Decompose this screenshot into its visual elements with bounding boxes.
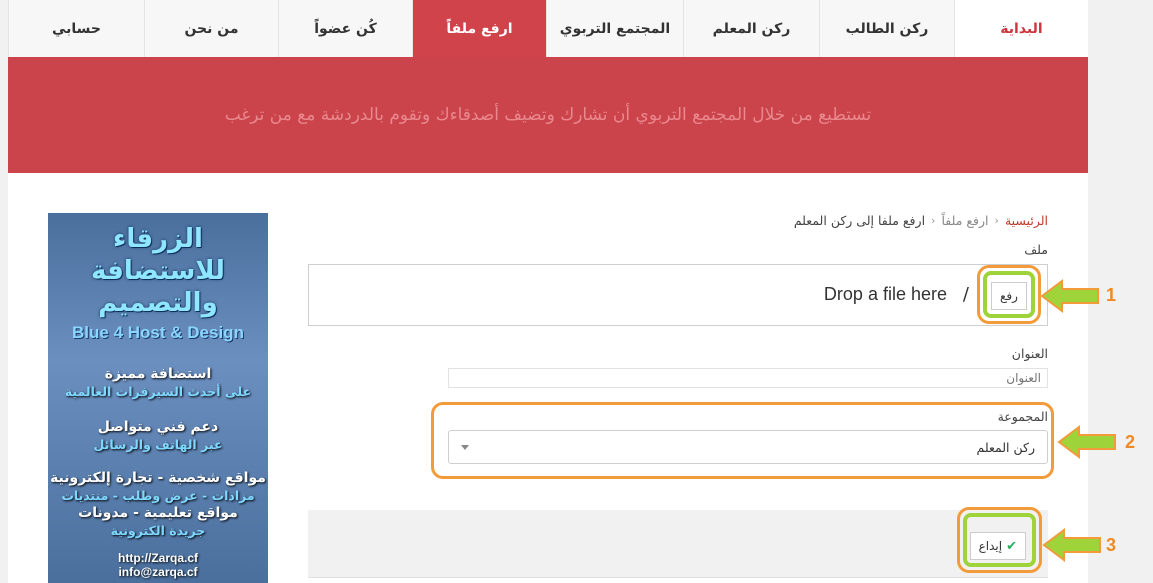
- breadcrumb-separator-icon: ‹: [931, 214, 936, 227]
- nav-item-about[interactable]: من نحن: [144, 0, 278, 57]
- ad-email: info@zarqa.cf: [118, 565, 198, 579]
- nav-item-upload-file[interactable]: ارفع ملفاً: [412, 0, 546, 57]
- hero-text: تستطيع من خلال المجتمع التربوي أن تشارك …: [224, 105, 872, 125]
- ad-banner[interactable]: الزرقاء للاستضافة والتصميم Blue 4 Host &…: [48, 213, 268, 583]
- file-label: ملف: [1024, 242, 1048, 257]
- ad-title: الزرقاء للاستضافة والتصميم: [91, 224, 225, 318]
- arrow-left-icon: [1042, 528, 1101, 562]
- ad-title-en: Blue 4 Host & Design: [72, 323, 244, 342]
- hero-banner: تستطيع من خلال المجتمع التربوي أن تشارك …: [8, 57, 1088, 173]
- page: البداية ركن الطالب ركن المعلم المجتمع ال…: [0, 0, 1153, 583]
- highlight-inner-1: [983, 271, 1035, 318]
- nav-item-join[interactable]: كُن عضواً: [278, 0, 412, 57]
- arrow-left-icon: [1057, 425, 1116, 459]
- breadcrumb-current: ارفع ملفا إلى ركن المعلم: [793, 213, 926, 228]
- step-number-2: 2: [1125, 432, 1136, 452]
- step-number-1: 1: [1106, 285, 1117, 305]
- breadcrumb-separator-icon: ‹: [994, 214, 999, 227]
- highlight-inner-3: [963, 513, 1036, 567]
- ad-line: عبر الهاتف والرسائل: [93, 437, 223, 452]
- ad-line: جريدة الكترونية: [110, 523, 206, 538]
- ad-line: على أحدث السيرفرات العالمية: [64, 384, 252, 399]
- nav-item-my-account[interactable]: حسابي: [8, 0, 144, 57]
- nav-item-teacher-corner[interactable]: ركن المعلم: [683, 0, 819, 57]
- content-shell: البداية ركن الطالب ركن المعلم المجتمع ال…: [8, 0, 1088, 583]
- title-input[interactable]: [448, 368, 1048, 388]
- breadcrumb-section[interactable]: ارفع ملفاً: [941, 213, 988, 228]
- drop-separator: /: [962, 284, 969, 305]
- breadcrumb-home[interactable]: الرئيسية: [1005, 213, 1048, 228]
- ad-url: http://Zarqa.cf: [118, 551, 198, 565]
- drop-text: Drop a file here: [823, 284, 947, 304]
- nav-item-home[interactable]: البداية: [954, 0, 1088, 57]
- nav-item-student-corner[interactable]: ركن الطالب: [819, 0, 954, 57]
- main-nav: البداية ركن الطالب ركن المعلم المجتمع ال…: [8, 0, 1088, 57]
- ad-line: مواقع تعليمية - مدونات: [78, 505, 238, 521]
- nav-item-community[interactable]: المجتمع التربوي: [546, 0, 683, 57]
- arrow-left-icon: [1040, 279, 1099, 313]
- ad-line: مزادات - عرض وطلب - منتديات: [61, 488, 255, 503]
- step-number-3: 3: [1106, 535, 1117, 555]
- file-drop-zone[interactable]: Drop a file here / رفع: [308, 264, 1048, 326]
- highlight-box-2: [431, 402, 1054, 479]
- ad-line: مواقع شخصية - تجارة إلكترونية: [50, 470, 266, 486]
- ad-line: دعم فني متواصل: [97, 419, 219, 435]
- ad-line: استضافة مميزة: [104, 366, 212, 382]
- breadcrumb: الرئيسية ‹ ارفع ملفاً ‹ ارفع ملفا إلى رك…: [794, 213, 1048, 228]
- form-actions-bar: ✔ إيداع: [308, 510, 1048, 578]
- title-label: العنوان: [1011, 346, 1048, 361]
